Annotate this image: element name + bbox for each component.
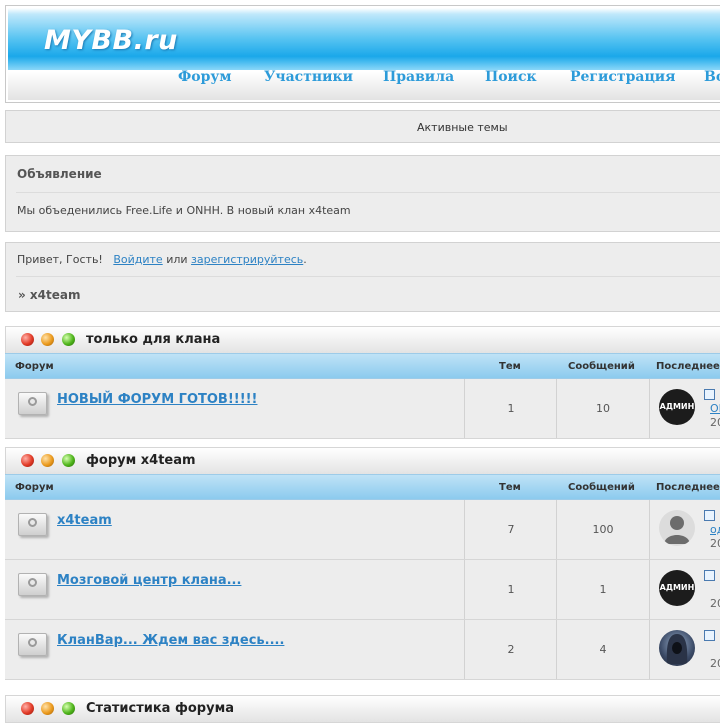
announcement-text: Мы объеденились Free.Life и ONHH. В новы… [17, 204, 351, 217]
welcome-panel: Привет, Гость! Войдите или зарегистрируй… [5, 242, 720, 312]
forum-row: КланВар... Ждем вас здесь.... 2 4 20 [5, 620, 720, 680]
category-title: форум x4team [86, 453, 196, 468]
or-text: или [166, 253, 188, 266]
forum-read-icon [18, 633, 47, 656]
category-header[interactable]: форум x4team [5, 447, 720, 475]
breadcrumb[interactable]: » x4team [18, 288, 81, 302]
dot-text: . [303, 253, 307, 266]
column-header: Форум Тем Сообщений Последнее [5, 353, 720, 379]
forum-row: Мозговой центр клана... 1 1 АДМИН 20 [5, 560, 720, 620]
active-topics-link[interactable]: Активные темы [417, 121, 508, 134]
forum-link[interactable]: КланВар... Ждем вас здесь.... [57, 633, 284, 648]
column-header: Форум Тем Сообщений Последнее [5, 474, 720, 500]
nav-register[interactable]: Регистрация [570, 69, 676, 85]
site-header: MYBB.ru [5, 5, 720, 103]
avatar[interactable]: АДМИН [659, 389, 695, 425]
cell-divider [556, 379, 557, 438]
hooded-figure-icon [666, 634, 688, 664]
greeting-text: Привет, Гость! [17, 253, 103, 266]
forum-read-icon [18, 573, 47, 596]
cell-divider [464, 620, 465, 679]
nav-login[interactable]: Во [704, 69, 720, 85]
banner: MYBB.ru [8, 8, 720, 70]
divider [16, 192, 720, 193]
nav-rules[interactable]: Правила [383, 69, 454, 85]
collapse-orange-icon[interactable] [41, 333, 54, 346]
divider [16, 276, 720, 277]
last-post-date: 20 [710, 597, 720, 610]
cell-divider [556, 620, 557, 679]
posts-count: 1 [599, 583, 607, 596]
col-posts: Сообщений [568, 482, 635, 493]
last-post-date: 20 [710, 657, 720, 670]
category-header[interactable]: только для клана [5, 326, 720, 354]
announcement-panel: Объявление Мы объеденились Free.Life и O… [5, 155, 720, 232]
posts-count: 100 [592, 523, 614, 536]
cell-divider [649, 500, 650, 559]
col-topics: Тем [499, 361, 521, 372]
last-post-icon[interactable] [704, 570, 715, 581]
collapse-red-icon[interactable] [21, 333, 34, 346]
avatar[interactable] [659, 630, 695, 666]
forum-read-icon [18, 392, 47, 415]
category-clan-only: только для клана Форум Тем Сообщений Пос… [5, 326, 720, 441]
last-post-link[interactable]: од [710, 523, 720, 536]
topics-count: 2 [507, 643, 515, 656]
cell-divider [464, 379, 465, 438]
last-post-icon[interactable] [704, 389, 715, 400]
register-link[interactable]: зарегистрируйтесь [191, 253, 303, 266]
collapse-orange-icon[interactable] [41, 454, 54, 467]
collapse-red-icon[interactable] [21, 702, 34, 715]
last-post-date: 20 [710, 416, 720, 429]
col-topics: Тем [499, 482, 521, 493]
user-silhouette-icon [664, 516, 690, 544]
cell-divider [464, 560, 465, 619]
cell-divider [556, 560, 557, 619]
topics-count: 1 [507, 583, 515, 596]
last-post-icon[interactable] [704, 510, 715, 521]
cell-divider [649, 560, 650, 619]
category-title: только для клана [86, 332, 221, 347]
stats-header[interactable]: Статистика форума [5, 695, 720, 723]
forum-row: НОВЫЙ ФОРУМ ГОТОВ!!!!! 1 10 АДМИН ОП 20 [5, 379, 720, 439]
collapse-green-icon[interactable] [62, 333, 75, 346]
forum-row: x4team 7 100 од 20 [5, 500, 720, 560]
collapse-green-icon[interactable] [62, 454, 75, 467]
col-last: Последнее [656, 361, 720, 372]
posts-count: 4 [599, 643, 607, 656]
stats-title: Статистика форума [86, 701, 234, 716]
avatar[interactable] [659, 510, 695, 546]
collapse-red-icon[interactable] [21, 454, 34, 467]
topics-count: 1 [507, 402, 515, 415]
announcement-title: Объявление [17, 167, 102, 181]
cell-divider [464, 500, 465, 559]
nav-search[interactable]: Поиск [485, 69, 537, 85]
topics-count: 7 [507, 523, 515, 536]
avatar[interactable]: АДМИН [659, 570, 695, 606]
last-post-date: 20 [710, 537, 720, 550]
cell-divider [649, 379, 650, 438]
forum-link[interactable]: x4team [57, 513, 112, 528]
welcome-line: Привет, Гость! Войдите или зарегистрируй… [17, 253, 307, 266]
forum-read-icon [18, 513, 47, 536]
col-forum: Форум [15, 482, 54, 493]
forum-link[interactable]: Мозговой центр клана... [57, 573, 241, 588]
collapse-green-icon[interactable] [62, 702, 75, 715]
site-logo[interactable]: MYBB.ru [44, 25, 178, 56]
nav-forum[interactable]: Форум [178, 69, 232, 85]
category-x4team: форум x4team Форум Тем Сообщений Последн… [5, 447, 720, 687]
posts-count: 10 [596, 402, 610, 415]
last-post-icon[interactable] [704, 630, 715, 641]
last-post-link[interactable]: ОП [710, 402, 720, 415]
login-link[interactable]: Войдите [113, 253, 162, 266]
col-forum: Форум [15, 361, 54, 372]
col-posts: Сообщений [568, 361, 635, 372]
forum-link[interactable]: НОВЫЙ ФОРУМ ГОТОВ!!!!! [57, 392, 257, 407]
collapse-orange-icon[interactable] [41, 702, 54, 715]
cell-divider [556, 500, 557, 559]
active-topics-bar: Активные темы [5, 110, 720, 143]
col-last: Последнее [656, 482, 720, 493]
cell-divider [649, 620, 650, 679]
nav-users[interactable]: Участники [264, 69, 353, 85]
